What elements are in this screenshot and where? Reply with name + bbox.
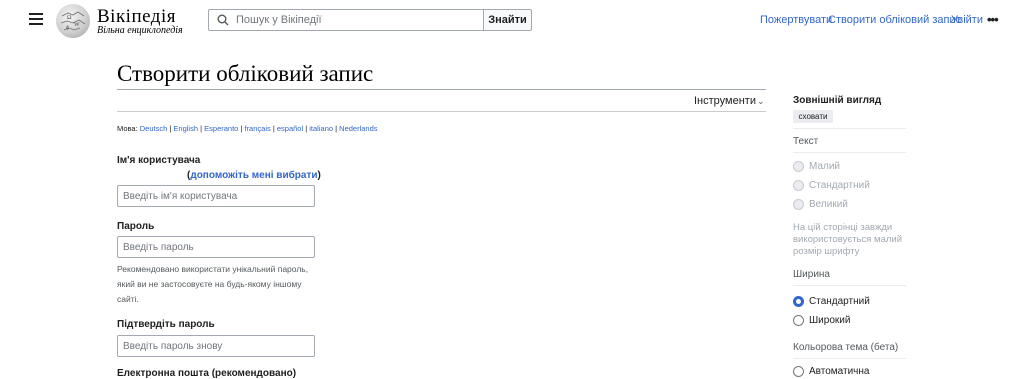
wikipedia-globe-logo[interactable]: Ω W ф	[56, 4, 90, 38]
language-link-eo[interactable]: Esperanto	[204, 124, 238, 133]
username-placeholder: Введіть ім'я користувача	[123, 191, 238, 202]
language-prefix: Мова:	[117, 124, 138, 133]
chevron-down-icon[interactable]: ⌄	[757, 96, 765, 107]
username-field[interactable]: Введіть ім'я користувача	[117, 185, 315, 207]
search-button[interactable]: Знайти	[483, 9, 532, 31]
login-link[interactable]: Увійти	[951, 14, 983, 26]
radio-color-auto[interactable]	[793, 366, 804, 377]
hamburger-menu-icon[interactable]	[29, 13, 43, 25]
radio-text-standard	[793, 180, 804, 191]
create-account-link[interactable]: Створити обліковий запис	[828, 14, 961, 26]
radio-width-standard[interactable]	[793, 296, 804, 307]
language-link-es[interactable]: español	[277, 124, 303, 133]
password-hint: Рекомендовано використати унікальний пар…	[117, 264, 309, 304]
password-label: Пароль	[117, 221, 155, 232]
username-help: (допоможіть мені вибрати)	[187, 170, 321, 181]
hide-button[interactable]: сховати	[793, 110, 833, 123]
radio-label-color-auto[interactable]: Автоматична	[809, 366, 869, 377]
search-input[interactable]: Пошук у Вікіпедії	[208, 9, 484, 31]
text-size-note: На цій сторінці завжди використовується …	[793, 222, 903, 257]
language-links: Мова: Deutsch | English | Esperanto | fr…	[117, 124, 378, 133]
language-link-it[interactable]: italiano	[309, 124, 333, 133]
password-placeholder: Введіть пароль	[123, 242, 194, 253]
more-options-icon[interactable]: •••	[987, 12, 999, 27]
width-section-label: Ширина	[793, 269, 830, 280]
appearance-heading: Зовнішній вигляд	[793, 95, 882, 106]
sidebar-divider	[793, 152, 906, 153]
svg-text:Ω: Ω	[67, 15, 72, 21]
confirm-password-placeholder: Введіть пароль знову	[123, 341, 223, 352]
help-choose-link[interactable]: допоможіть мені вибрати	[190, 170, 317, 181]
language-link-en[interactable]: English	[173, 124, 198, 133]
radio-text-small	[793, 161, 804, 172]
tagline: Вільна енциклопедія	[97, 25, 183, 36]
radio-text-large	[793, 199, 804, 210]
search-icon	[217, 14, 229, 26]
language-link-fr[interactable]: français	[244, 124, 270, 133]
radio-label-width-wide[interactable]: Широкий	[809, 315, 850, 326]
radio-label-text-large: Великий	[809, 199, 848, 210]
username-label: Ім'я користувача	[117, 155, 201, 166]
password-field[interactable]: Введіть пароль	[117, 236, 315, 258]
sidebar-divider	[793, 358, 906, 359]
donate-link[interactable]: Пожертвувати	[760, 14, 832, 26]
text-section-label: Текст	[793, 136, 819, 147]
radio-label-text-small: Малий	[809, 161, 841, 172]
radio-label-width-standard[interactable]: Стандартний	[809, 296, 870, 307]
language-link-de[interactable]: Deutsch	[140, 124, 168, 133]
language-link-nl[interactable]: Nederlands	[339, 124, 377, 133]
svg-text:W: W	[74, 22, 80, 28]
page-title: Створити обліковий запис	[117, 61, 374, 86]
tools-menu[interactable]: Інструменти	[694, 95, 756, 107]
tools-divider	[117, 111, 766, 112]
confirm-password-label: Підтвердіть пароль	[117, 319, 215, 330]
search-placeholder: Пошук у Вікіпедії	[236, 14, 322, 26]
color-section-label: Кольорова тема (бета)	[793, 342, 899, 353]
title-divider	[117, 89, 766, 90]
radio-label-text-standard: Стандартний	[809, 180, 870, 191]
radio-width-wide[interactable]	[793, 315, 804, 326]
sidebar-divider	[793, 128, 906, 129]
sidebar-divider	[793, 285, 906, 286]
confirm-password-field[interactable]: Введіть пароль знову	[117, 335, 315, 357]
